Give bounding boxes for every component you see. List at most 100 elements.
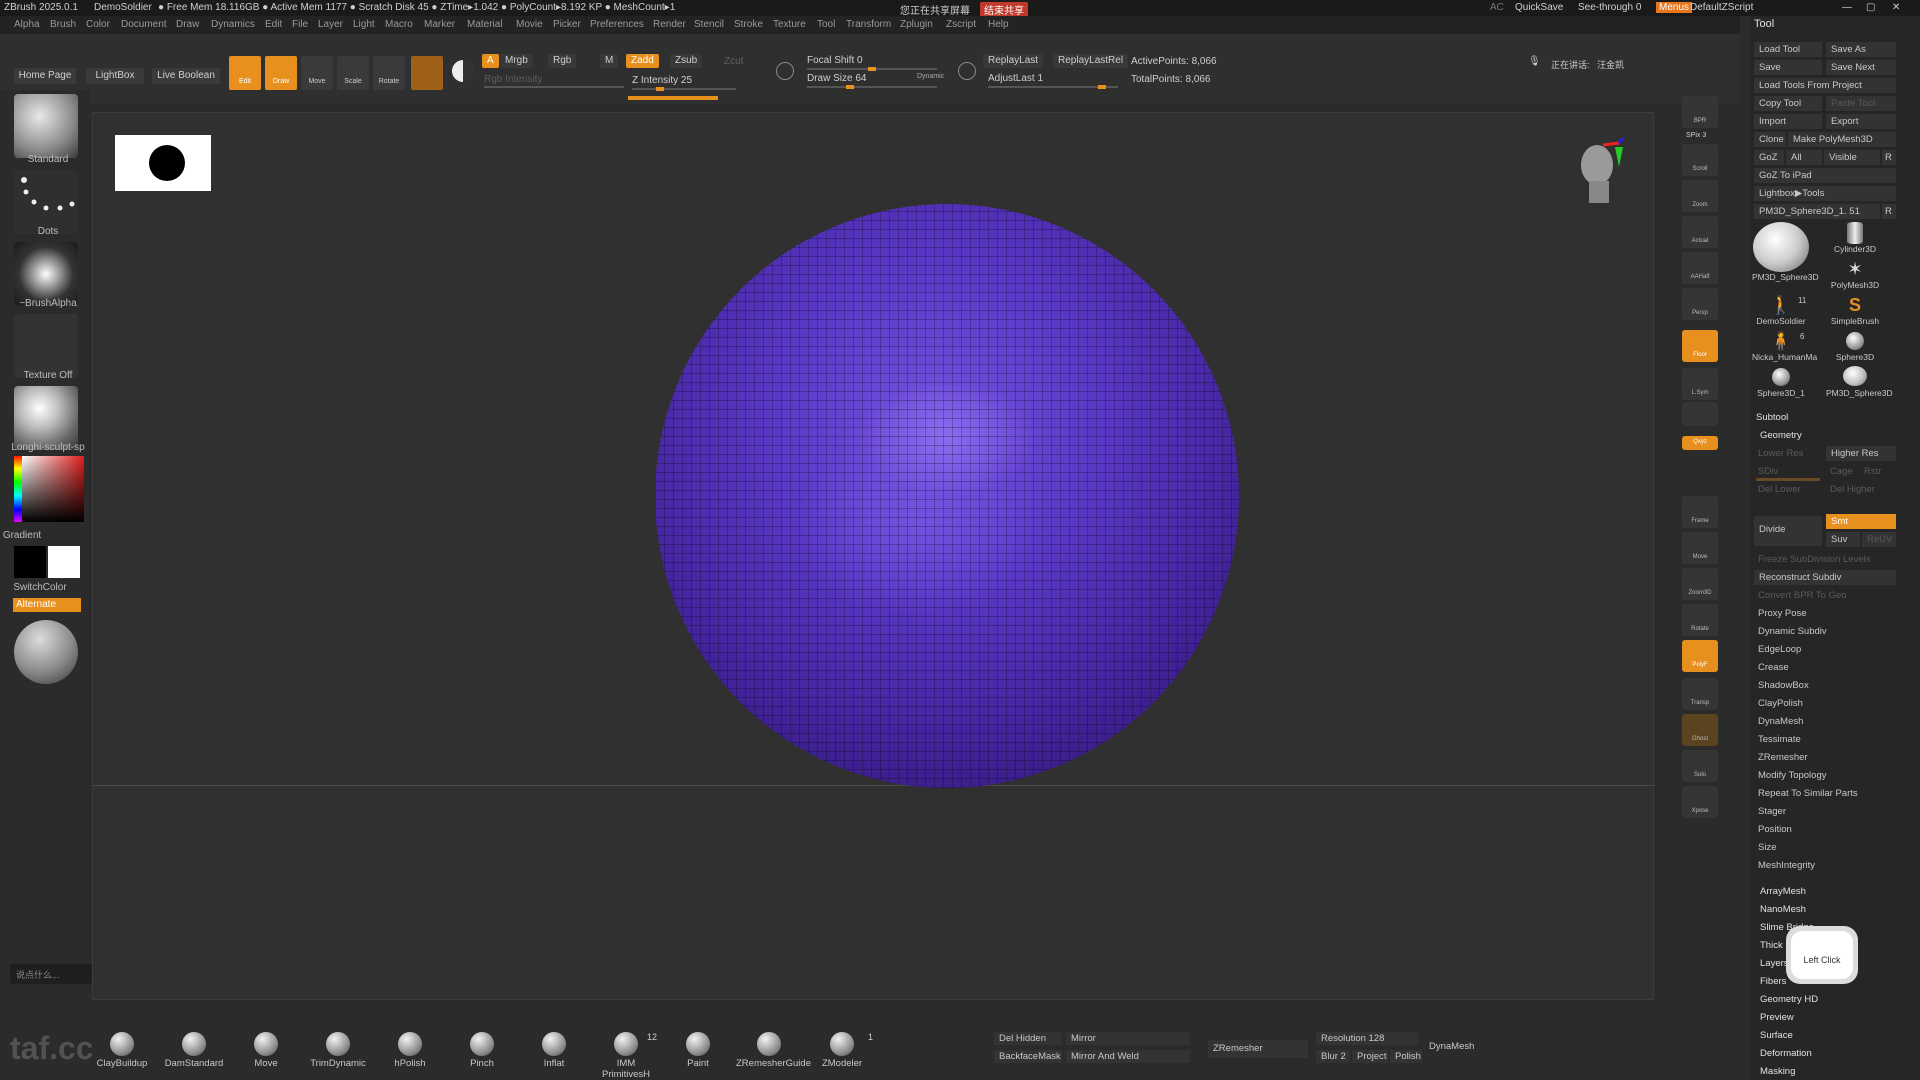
geometry-item[interactable]: Proxy Pose [1758, 608, 1807, 619]
floor-button[interactable]: Floor [1682, 330, 1718, 362]
polish-toggle[interactable]: Polish [1390, 1050, 1422, 1063]
goz-button[interactable]: GoZ [1754, 150, 1784, 165]
menu-document[interactable]: Document [121, 19, 167, 30]
convert-bpr-button[interactable]: Convert BPR To Geo [1758, 590, 1847, 601]
tool-thumb-simplebrush[interactable]: S SimpleBrush [1826, 294, 1884, 330]
mirror-button[interactable]: Mirror [1066, 1032, 1190, 1045]
geometry-item[interactable]: Modify Topology [1758, 770, 1826, 781]
geometry-section[interactable]: Geometry [1760, 430, 1802, 441]
material-thumbnail[interactable] [14, 386, 78, 450]
geometry-item[interactable]: DynaMesh [1758, 716, 1803, 727]
reuv-toggle[interactable]: ReUV [1862, 532, 1896, 547]
geometry-item[interactable]: EdgeLoop [1758, 644, 1801, 655]
rgb-intensity-slider[interactable] [484, 86, 624, 88]
geometry-item[interactable]: ClayPolish [1758, 698, 1803, 709]
copy-tool-button[interactable]: Copy Tool [1754, 96, 1822, 111]
frame-button[interactable]: Frame [1682, 496, 1718, 528]
scale-mode-button[interactable]: Scale [337, 56, 369, 90]
main-color-swatch[interactable] [48, 546, 80, 578]
menu-marker[interactable]: Marker [424, 19, 455, 30]
live-boolean-button[interactable]: Live Boolean [152, 68, 220, 84]
bpr-button[interactable]: BPR [1682, 96, 1718, 128]
replay-icon[interactable] [958, 62, 976, 80]
brush-thumbnail[interactable] [14, 94, 78, 158]
tool-section[interactable]: Geometry HD [1760, 994, 1818, 1005]
menu-color[interactable]: Color [86, 19, 110, 30]
brush-zmodeler[interactable]: ZModeler [812, 1032, 872, 1069]
stroke-icon[interactable] [776, 62, 794, 80]
menu-movie[interactable]: Movie [516, 19, 543, 30]
edit-mode-button[interactable]: Edit [229, 56, 261, 90]
menu-layer[interactable]: Layer [318, 19, 343, 30]
geometry-item[interactable]: Dynamic Subdiv [1758, 626, 1827, 637]
load-tool-button[interactable]: Load Tool [1754, 42, 1822, 57]
move-mode-button[interactable]: Move [301, 56, 333, 90]
tool-section[interactable]: Thick [1760, 940, 1783, 951]
default-zscript[interactable]: DefaultZScript [1690, 2, 1753, 13]
brush-hpolish[interactable]: hPolish [380, 1032, 440, 1069]
cage-button[interactable]: Cage [1830, 466, 1853, 477]
secondary-color-swatch[interactable] [14, 546, 46, 578]
alpha-thumbnail[interactable] [14, 242, 78, 306]
texture-thumbnail[interactable] [14, 314, 78, 378]
geometry-item[interactable]: Size [1758, 842, 1776, 853]
zoom-button[interactable]: Zoom [1682, 180, 1718, 212]
menu-light[interactable]: Light [353, 19, 375, 30]
xpose-button[interactable]: Xpose [1682, 786, 1718, 818]
clone-button[interactable]: Clone [1754, 132, 1786, 147]
tool-section[interactable]: Layers [1760, 958, 1789, 969]
geometry-item[interactable]: Crease [1758, 662, 1789, 673]
rotate-mode-button[interactable]: Rotate [373, 56, 405, 90]
move-view-button[interactable]: Move [1682, 532, 1718, 564]
draw-size-slider[interactable] [807, 85, 937, 89]
quicksave-button[interactable]: QuickSave [1515, 2, 1563, 13]
tool-thumb-sphere3d[interactable]: Sphere3D [1826, 330, 1884, 366]
brush-move[interactable]: Move [236, 1032, 296, 1069]
menu-brush[interactable]: Brush [50, 19, 76, 30]
rstr-button[interactable]: Rstr [1864, 466, 1881, 477]
tool-section[interactable]: Fibers [1760, 976, 1786, 987]
paste-tool-button[interactable]: Paste Tool [1826, 96, 1896, 111]
menu-zscript[interactable]: Zscript [946, 19, 976, 30]
geometry-item[interactable]: ZRemesher [1758, 752, 1808, 763]
menu-texture[interactable]: Texture [773, 19, 806, 30]
menu-edit[interactable]: Edit [265, 19, 282, 30]
transp-button[interactable]: Transp [1682, 678, 1718, 710]
tool-thumb-sphere3d-1[interactable]: Sphere3D_1 [1752, 366, 1810, 402]
export-button[interactable]: Export [1826, 114, 1896, 129]
z-intensity-slider[interactable] [632, 87, 736, 91]
tool-thumb-polymesh[interactable]: ✶ PolyMesh3D [1826, 258, 1884, 294]
menu-picker[interactable]: Picker [553, 19, 581, 30]
mrgb-toggle[interactable]: Mrgb [500, 54, 533, 68]
current-tool-r-button[interactable]: R [1882, 204, 1896, 219]
brush-pinch[interactable]: Pinch [452, 1032, 512, 1069]
divide-button[interactable]: Divide [1754, 516, 1822, 546]
replay-last-rel-button[interactable]: ReplayLastRel [1053, 54, 1129, 68]
lightbox-button[interactable]: LightBox [86, 68, 144, 84]
brush-trimdynamic[interactable]: TrimDynamic [308, 1032, 368, 1069]
tool-section[interactable]: Preview [1760, 1012, 1794, 1023]
ghost-button[interactable]: Ghost [1682, 714, 1718, 746]
geometry-item[interactable]: Stager [1758, 806, 1786, 817]
reconstruct-subdiv-button[interactable]: Reconstruct Subdiv [1754, 570, 1896, 585]
menu-file[interactable]: File [292, 19, 308, 30]
scroll-button[interactable]: Scroll [1682, 144, 1718, 176]
menu-material[interactable]: Material [467, 19, 503, 30]
tool-section[interactable]: Masking [1760, 1066, 1795, 1077]
menu-tool[interactable]: Tool [817, 19, 835, 30]
material-swatch-icon[interactable] [411, 56, 443, 90]
geometry-item[interactable]: Tessimate [1758, 734, 1801, 745]
alternate-toggle[interactable]: Alternate [13, 598, 81, 612]
menu-draw[interactable]: Draw [176, 19, 199, 30]
suv-toggle[interactable]: Suv [1826, 532, 1860, 547]
zcut-toggle[interactable]: Zcut [724, 56, 743, 67]
lock-icon[interactable] [1682, 402, 1718, 426]
tool-thumb-pm3d-sphere[interactable]: PM3D_Sphere3D [1752, 222, 1819, 284]
replay-last-button[interactable]: ReplayLast [983, 54, 1044, 68]
lower-res-button[interactable]: Lower Res [1758, 448, 1803, 459]
solo-button[interactable]: Solo [1682, 750, 1718, 782]
higher-res-button[interactable]: Higher Res [1826, 446, 1896, 461]
zsub-toggle[interactable]: Zsub [670, 54, 703, 68]
tool-thumb-pm3d-sphere-2[interactable]: PM3D_Sphere3D [1826, 366, 1893, 402]
brush-zremesherguide[interactable]: ZRemesherGuide [736, 1032, 811, 1069]
